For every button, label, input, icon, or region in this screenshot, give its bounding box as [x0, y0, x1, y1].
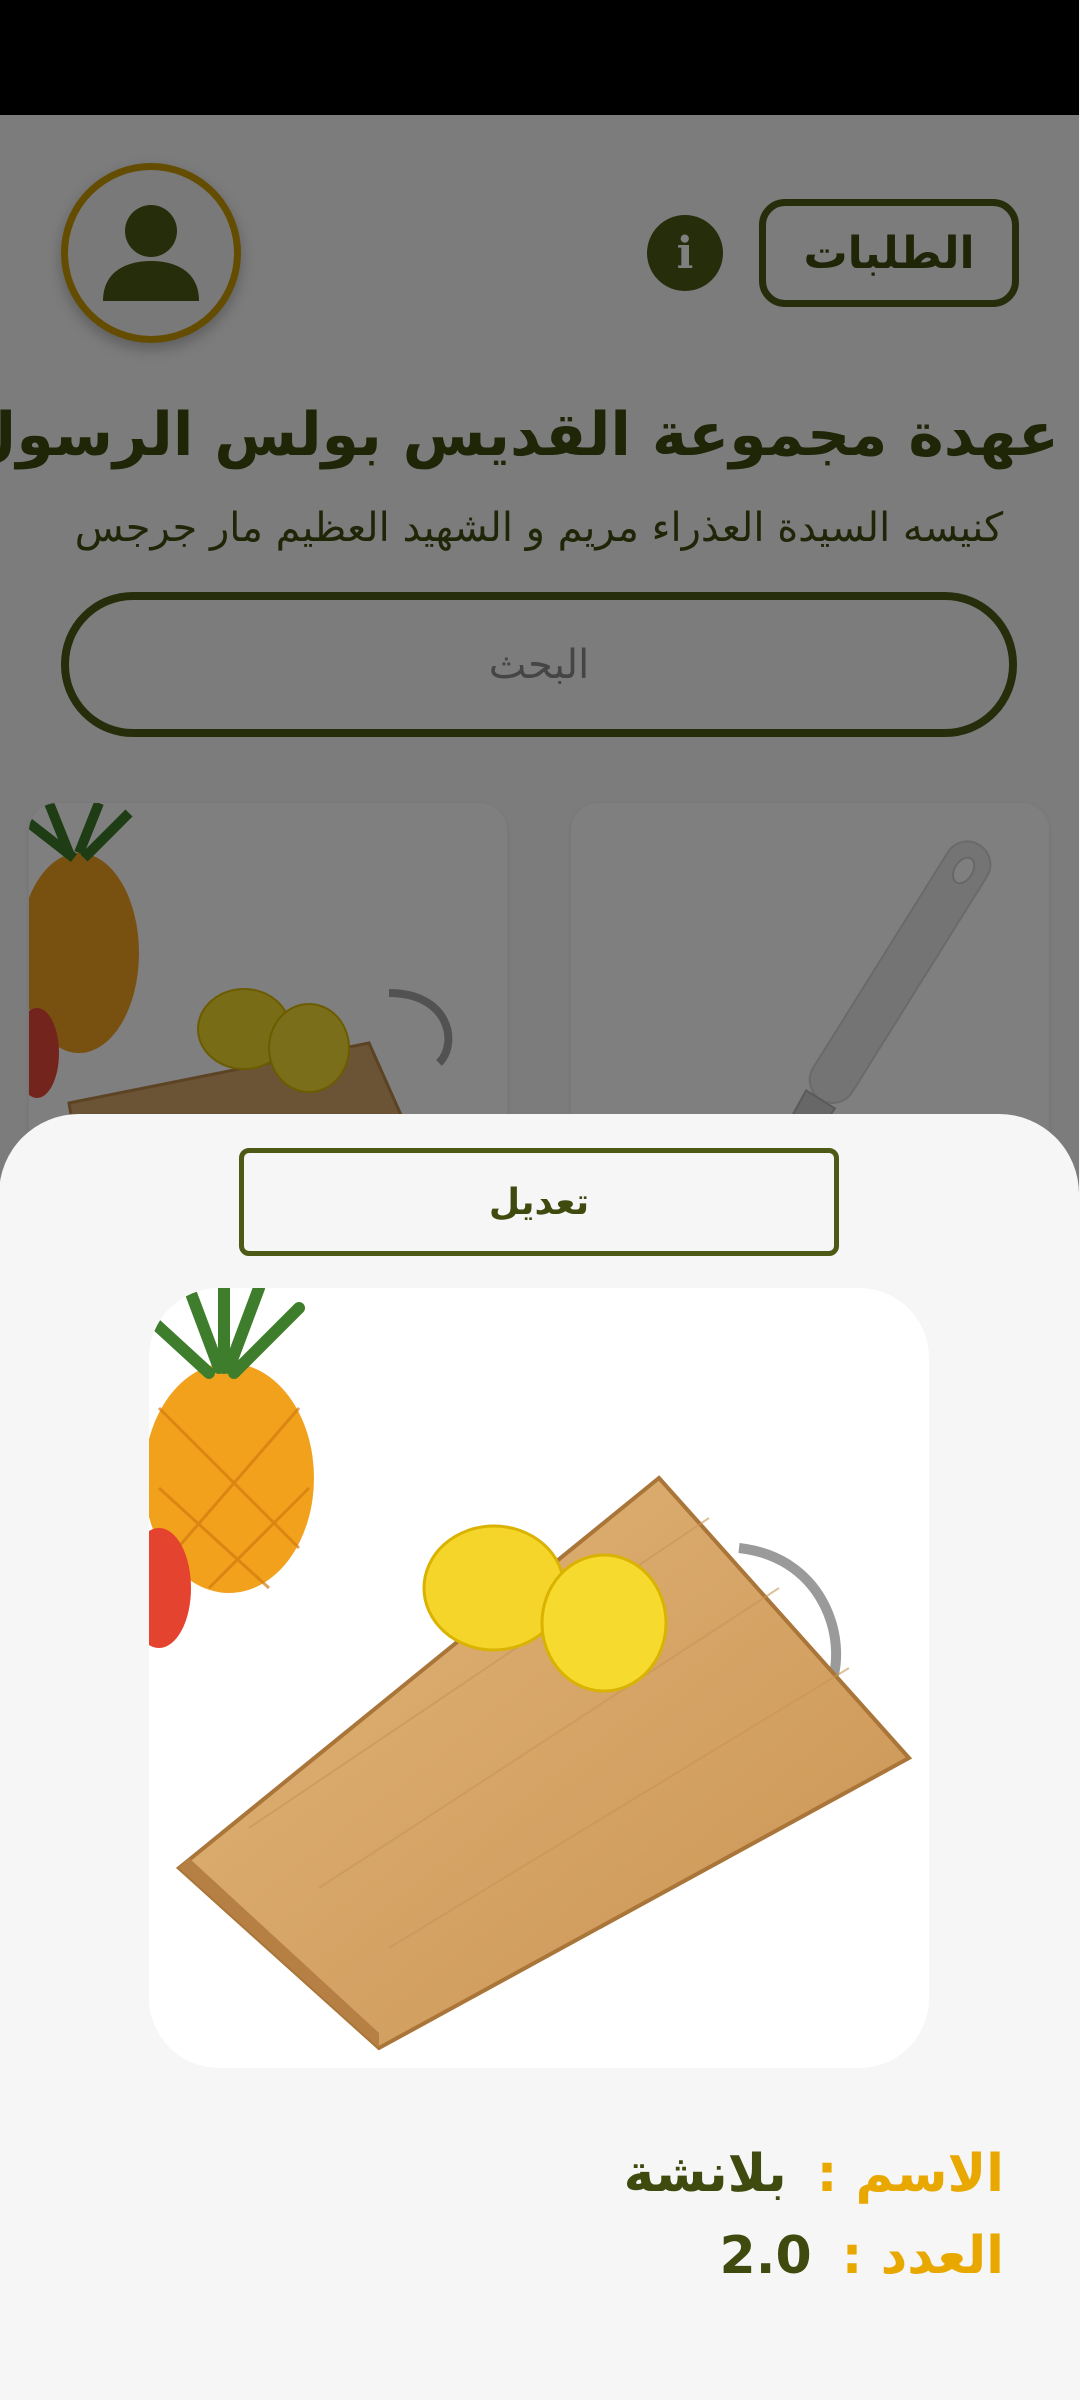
detail-row-count: العدد : 2.0 — [721, 2216, 1005, 2296]
edit-button-label: تعديل — [489, 1181, 591, 1223]
name-value: بلانشة — [624, 2144, 788, 2204]
detail-row-name: الاسم : بلانشة — [625, 2134, 1005, 2214]
count-value: 2.0 — [720, 2226, 813, 2286]
count-label: العدد : — [842, 2226, 1005, 2286]
product-image — [150, 1288, 930, 2068]
product-details-sheet: تعديل الاسم: بلانشة العدد: 2.0 — [0, 1114, 1080, 2400]
status-bar — [0, 0, 1080, 115]
edit-button[interactable]: تعديل — [240, 1148, 840, 1256]
name-label: الاسم : — [817, 2144, 1005, 2204]
cutting-board-photo — [150, 1288, 930, 2068]
